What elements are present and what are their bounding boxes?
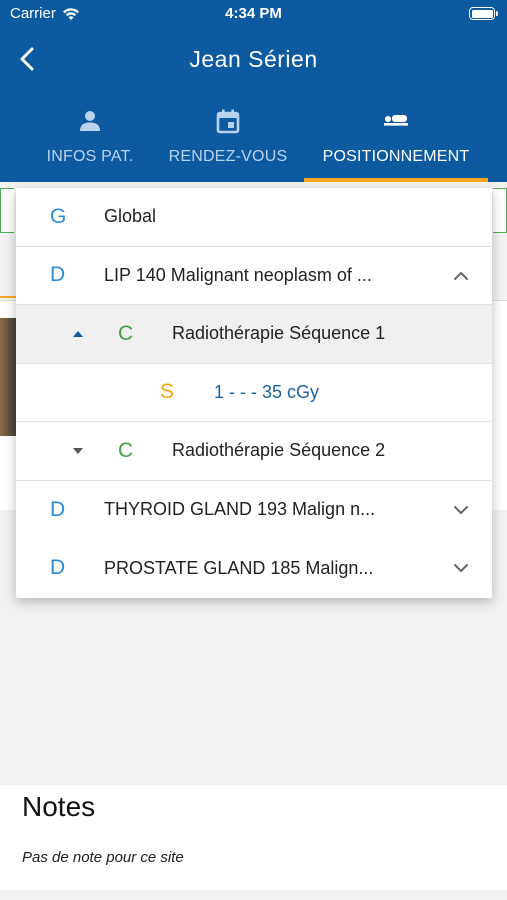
background-tab-indicator — [0, 296, 16, 298]
tab-positionnement[interactable]: POSITIONNEMENT — [304, 104, 488, 182]
row-label: LIP 140 Malignant neoplasm of ... — [104, 264, 372, 285]
row-label: Radiothérapie Séquence 2 — [172, 440, 386, 461]
person-icon — [80, 111, 100, 131]
dropdown-row-diagnosis[interactable]: D THYROID GLAND 193 Malign n... — [16, 481, 492, 540]
background-field-right — [493, 188, 507, 233]
row-type-letter: C — [118, 321, 134, 345]
notes-section: Notes Pas de note pour ce site — [0, 785, 507, 890]
tab-positionnement-label: POSITIONNEMENT — [322, 148, 470, 165]
status-bar: Carrier 4:34 PM — [0, 0, 507, 28]
calendar-icon — [216, 109, 240, 134]
dropdown-row-session[interactable]: S 1 - - - 35 cGy — [16, 364, 492, 422]
row-type-letter: C — [118, 438, 134, 462]
tab-rendez-vous-label: RENDEZ-VOUS — [168, 148, 288, 165]
row-label: Global — [104, 206, 157, 227]
tab-rendez-vous[interactable]: RENDEZ-VOUS — [162, 104, 294, 182]
tab-infos-pat[interactable]: INFOS PAT. — [40, 104, 140, 182]
row-type-letter: D — [50, 497, 66, 521]
row-label: PROSTATE GLAND 185 Malign... — [104, 557, 374, 578]
row-label: Radiothérapie Séquence 1 — [172, 323, 386, 344]
tab-bar: INFOS PAT. RENDEZ-VOUS POSITIONNEMENT — [0, 104, 507, 182]
page-title: Jean Sérien — [189, 46, 318, 72]
dropdown-row-diagnosis[interactable]: D PROSTATE GLAND 185 Malign... — [16, 539, 492, 598]
nav-bar: Jean Sérien — [0, 36, 507, 84]
dropdown-row-diagnosis[interactable]: D LIP 140 Malignant neoplasm of ... — [16, 247, 492, 305]
status-time: 4:34 PM — [225, 5, 282, 22]
dropdown-row-global[interactable]: G Global — [16, 188, 492, 247]
notes-title: Notes — [22, 791, 96, 822]
tab-infos-pat-label: INFOS PAT. — [46, 148, 134, 165]
chevron-up-icon[interactable] — [452, 267, 470, 285]
caret-down-icon[interactable] — [72, 446, 84, 456]
row-type-letter: S — [160, 380, 175, 404]
caret-up-icon[interactable] — [72, 329, 84, 339]
active-tab-indicator — [304, 178, 488, 182]
row-label: THYROID GLAND 193 Malign n... — [104, 499, 376, 520]
background-field-left — [0, 188, 14, 233]
bed-icon — [384, 115, 408, 126]
row-type-letter: D — [50, 263, 66, 287]
app-header: Carrier 4:34 PM Jean Sérien INFOS PAT. R… — [0, 0, 507, 182]
dropdown-row-course[interactable]: C Radiothérapie Séquence 1 — [16, 305, 492, 364]
row-type-letter: G — [50, 204, 67, 228]
row-type-letter: D — [50, 556, 66, 580]
dropdown-row-course[interactable]: C Radiothérapie Séquence 2 — [16, 422, 492, 481]
row-label: 1 - - - 35 cGy — [214, 381, 320, 402]
chevron-down-icon[interactable] — [452, 559, 470, 577]
site-selector-dropdown: G Global D LIP 140 Malignant neoplasm of… — [16, 188, 492, 598]
chevron-down-icon[interactable] — [452, 501, 470, 519]
battery-icon — [469, 7, 498, 20]
notes-text: Pas de note pour ce site — [22, 849, 184, 866]
